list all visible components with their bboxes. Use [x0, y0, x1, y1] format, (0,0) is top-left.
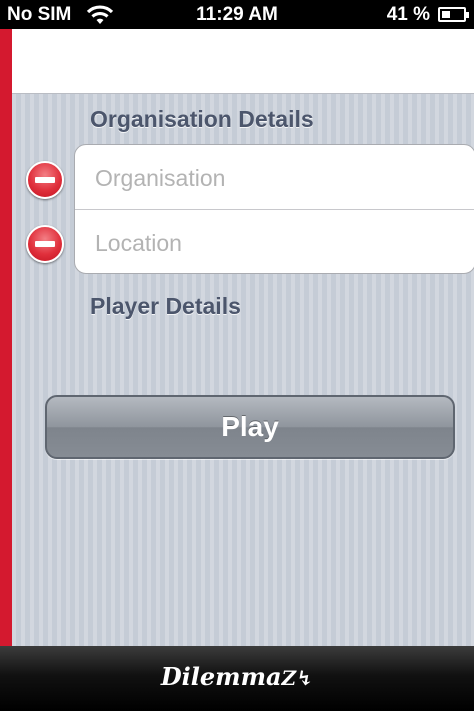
- status-bar: No SIM 11:29 AM 41 %: [0, 0, 474, 29]
- section-title-player-details: Player Details: [90, 293, 241, 319]
- organisation-input[interactable]: [93, 157, 457, 199]
- section-title-organisation-details: Organisation Details: [90, 106, 314, 132]
- lightning-icon: ↯: [296, 666, 314, 690]
- logo-accent: Z: [281, 666, 297, 690]
- content-area: Organisation Details Player Details Play: [12, 94, 474, 646]
- battery-icon: [438, 7, 469, 22]
- battery-level: [442, 11, 451, 18]
- delete-organisation-button[interactable]: [26, 161, 64, 199]
- navigation-bar: [12, 29, 474, 94]
- location-row: [75, 209, 474, 273]
- organisation-row: [75, 145, 474, 209]
- play-button[interactable]: Play: [45, 395, 455, 459]
- delete-location-button[interactable]: [26, 225, 64, 263]
- minus-icon: [35, 241, 55, 247]
- minus-icon: [35, 177, 55, 183]
- dilemmaz-logo: DilemmaZ↯: [0, 662, 474, 691]
- organisation-details-group: [74, 144, 474, 274]
- footer-bar: DilemmaZ↯: [0, 646, 474, 711]
- battery-percentage: 41 %: [386, 4, 430, 25]
- location-input[interactable]: [93, 222, 457, 264]
- logo-text: Dilemma: [160, 662, 282, 691]
- red-accent-strip: [0, 29, 12, 646]
